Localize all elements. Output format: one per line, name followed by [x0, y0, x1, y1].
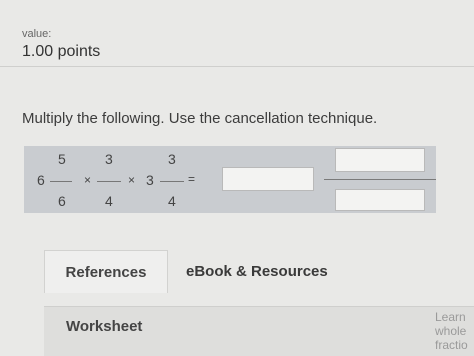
- term1-whole: 6: [37, 172, 45, 188]
- term2-denominator: 4: [105, 193, 113, 209]
- tab-ebook-resources[interactable]: eBook & Resources: [186, 250, 328, 292]
- term2-fraction-bar: [97, 181, 121, 182]
- term2-numerator: 3: [105, 151, 113, 167]
- tab-references[interactable]: References: [44, 250, 168, 293]
- numerator-input[interactable]: [335, 148, 425, 172]
- term3-numerator: 3: [168, 151, 176, 167]
- multiply-sign-1: ×: [84, 173, 92, 187]
- question-prompt: Multiply the following. Use the cancella…: [22, 110, 378, 127]
- side-line-3: fractio: [435, 338, 468, 352]
- term3-denominator: 4: [168, 193, 176, 209]
- denominator-input[interactable]: [335, 189, 425, 211]
- term3-fraction-bar: [160, 181, 184, 182]
- worksheet-link[interactable]: Worksheet: [66, 318, 142, 335]
- references-panel: Worksheet Learn whole fractio: [44, 306, 474, 356]
- whole-number-input[interactable]: [222, 167, 314, 191]
- equals-sign: =: [188, 172, 196, 186]
- value-label: value:: [22, 28, 52, 40]
- tabs-strip: References eBook & Resources: [44, 250, 474, 293]
- side-line-1: Learn: [435, 310, 466, 324]
- side-line-2: whole: [435, 324, 467, 338]
- term1-denominator: 6: [58, 193, 66, 209]
- term1-numerator: 5: [58, 151, 66, 167]
- term1-fraction-bar: [50, 181, 72, 182]
- term3-whole: 3: [146, 172, 154, 188]
- side-description: Learn whole fractio: [435, 310, 468, 352]
- multiply-sign-2: ×: [128, 173, 136, 187]
- points-value: 1.00 points: [22, 43, 101, 60]
- answer-fraction-bar: [324, 179, 436, 180]
- problem-area: 6 5 6 × 3 4 × 3 3 4 =: [24, 146, 436, 213]
- divider: [0, 66, 474, 67]
